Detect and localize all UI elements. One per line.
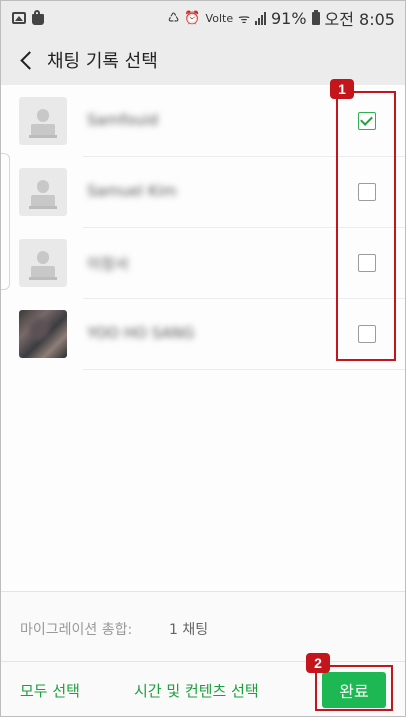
volte-indicator: Volte — [205, 11, 234, 25]
phone-frame: ♺ ⏰ Volte ᯤ 91% 오전 8:05 채팅 기록 선택 Samfoui… — [0, 0, 406, 717]
contact-name: Samuel Kim — [87, 182, 177, 200]
migration-summary: 마이그레이션 총합: 1 채팅 — [1, 591, 405, 662]
shopping-bag-notification-icon — [32, 10, 44, 25]
avatar-photo — [19, 310, 67, 358]
summary-value: 1 채팅 — [169, 622, 209, 638]
contact-name: 이정서 — [87, 255, 129, 273]
app-header: 채팅 기록 선택 — [1, 35, 405, 85]
signal-icon — [254, 11, 266, 25]
page-title: 채팅 기록 선택 — [47, 51, 158, 72]
wifi-icon: ᯤ — [238, 12, 250, 27]
avatar — [19, 97, 67, 145]
clock: 오전 8:05 — [324, 10, 395, 29]
battery-icon — [311, 9, 320, 25]
person-icon — [37, 109, 49, 122]
annotation-number-1: 1 — [330, 79, 354, 99]
time-content-select-button[interactable]: 시간 및 컨텐츠 선택 — [134, 680, 259, 701]
person-icon — [37, 180, 49, 193]
sync-icon: ♺ — [167, 10, 180, 26]
person-icon — [37, 251, 49, 264]
divider — [83, 369, 405, 370]
status-bar: ♺ ⏰ Volte ᯤ 91% 오전 8:05 — [1, 1, 405, 35]
summary-label: 마이그레이션 총합: — [20, 622, 133, 638]
contact-name: Samfouid — [87, 111, 158, 129]
battery-percent: 91% — [270, 8, 307, 28]
annotation-box-checkboxes — [336, 91, 396, 361]
annotation-number-2: 2 — [306, 653, 330, 673]
contact-name: YOO HO SANG — [87, 324, 195, 342]
select-all-button[interactable]: 모두 선택 — [20, 680, 80, 701]
edge-panel-handle[interactable] — [1, 153, 10, 290]
avatar — [19, 168, 67, 216]
avatar — [19, 239, 67, 287]
chevron-left-icon — [19, 50, 39, 70]
back-button[interactable] — [9, 38, 43, 82]
alarm-icon: ⏰ — [184, 10, 201, 26]
gallery-notification-icon — [12, 12, 26, 24]
